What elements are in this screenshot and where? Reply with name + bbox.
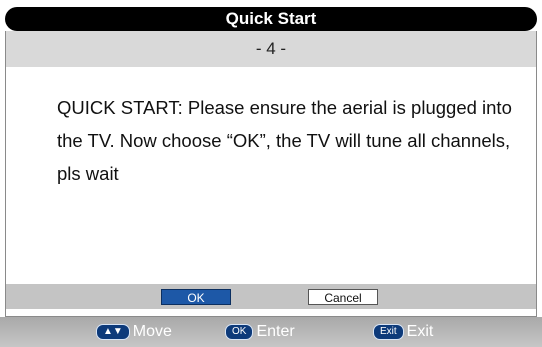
enter-hint: OK Enter	[225, 321, 295, 343]
ok-key-icon: OK	[225, 324, 254, 340]
enter-hint-label: Enter	[256, 323, 295, 340]
button-bar: OK Cancel	[6, 284, 536, 309]
up-down-arrows-icon: ▲▼	[96, 324, 130, 340]
exit-hint: Exit Exit	[373, 321, 433, 343]
quick-start-dialog: - 4 - QUICK START: Please ensure the aer…	[5, 31, 537, 317]
remote-hint-bar: ▲▼ Move OK Enter Exit Exit	[0, 317, 542, 347]
move-hint: ▲▼ Move	[96, 321, 172, 343]
cancel-button[interactable]: Cancel	[308, 289, 378, 305]
exit-key-icon: Exit	[373, 324, 404, 340]
move-hint-label: Move	[132, 323, 172, 340]
page-indicator: - 4 -	[6, 31, 536, 67]
dialog-title: Quick Start	[5, 7, 537, 31]
instruction-message: QUICK START: Please ensure the aerial is…	[57, 97, 512, 184]
exit-hint-label: Exit	[406, 323, 434, 340]
ok-button[interactable]: OK	[161, 289, 231, 305]
